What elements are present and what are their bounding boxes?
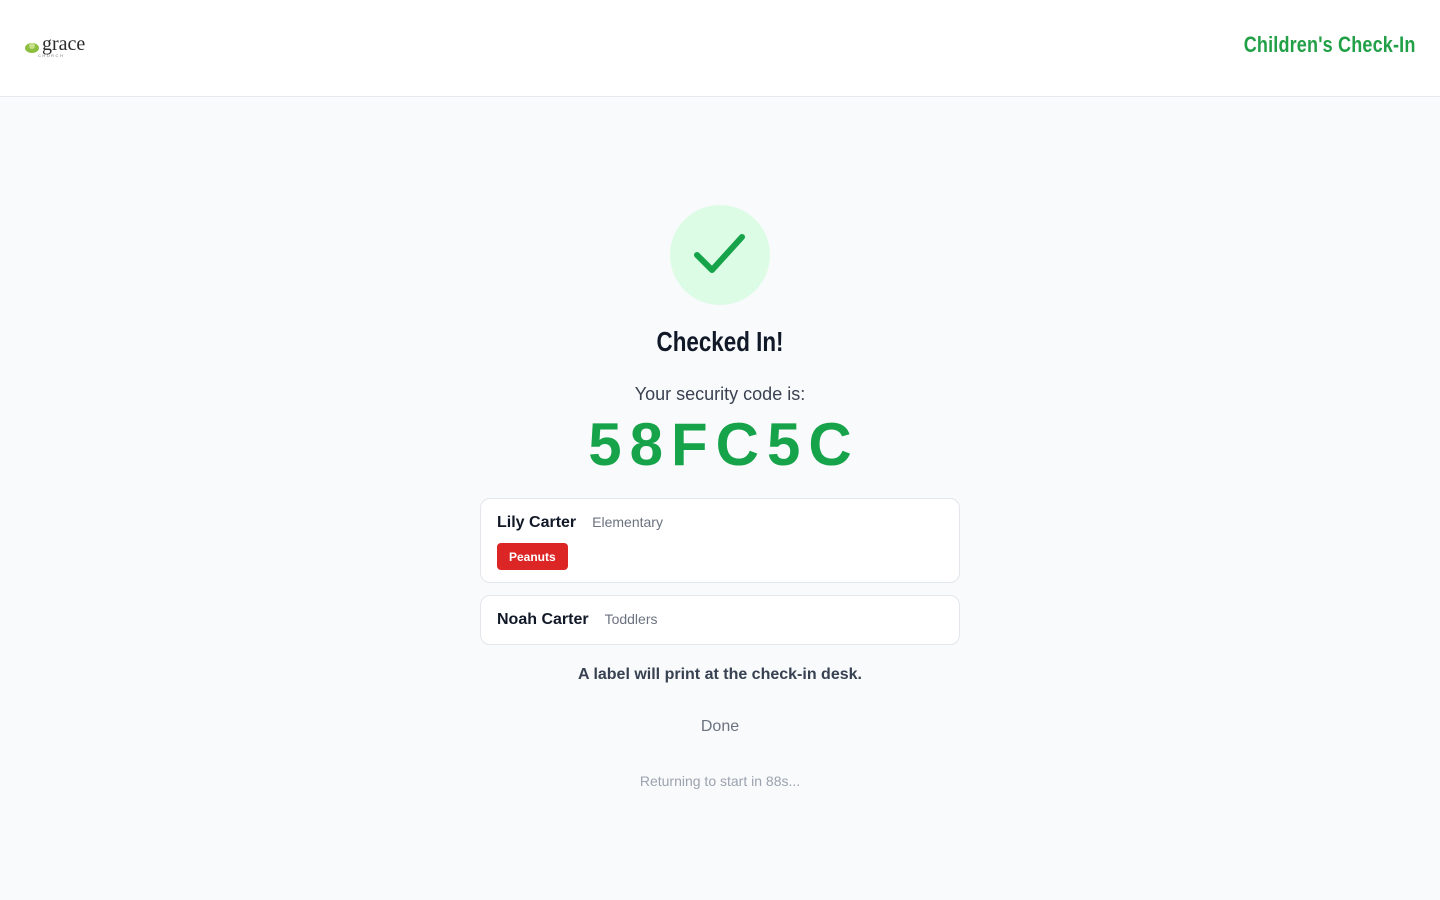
confirmation-heading: Checked In! (656, 326, 784, 357)
church-logo: grace CHURCH (24, 34, 85, 58)
logo-text: grace (42, 33, 86, 55)
allergy-badge: Peanuts (497, 543, 568, 570)
security-code: 58FC5C (588, 411, 860, 478)
child-group: Elementary (592, 514, 663, 530)
child-name: Noah Carter (497, 611, 589, 628)
app-header: grace CHURCH Children's Check-In (0, 0, 1440, 97)
child-info: Noah Carter Toddlers (497, 611, 658, 629)
child-card: Lily Carter Elementary Peanuts (480, 498, 960, 583)
child-info: Lily Carter Elementary (497, 514, 663, 532)
logo-subtext: CHURCH (38, 53, 65, 58)
child-name: Lily Carter (497, 514, 577, 531)
checkmark-icon (694, 234, 745, 273)
countdown-text: Returning to start in 88s... (639, 773, 801, 789)
page-title: Children's Check-In (1244, 32, 1416, 57)
print-note: A label will print at the check-in desk. (578, 666, 862, 683)
done-button[interactable]: Done (680, 712, 760, 742)
child-group: Toddlers (604, 611, 658, 627)
child-card: Noah Carter Toddlers (480, 595, 960, 645)
security-code-label: Your security code is: (634, 384, 806, 404)
success-badge (670, 205, 770, 305)
